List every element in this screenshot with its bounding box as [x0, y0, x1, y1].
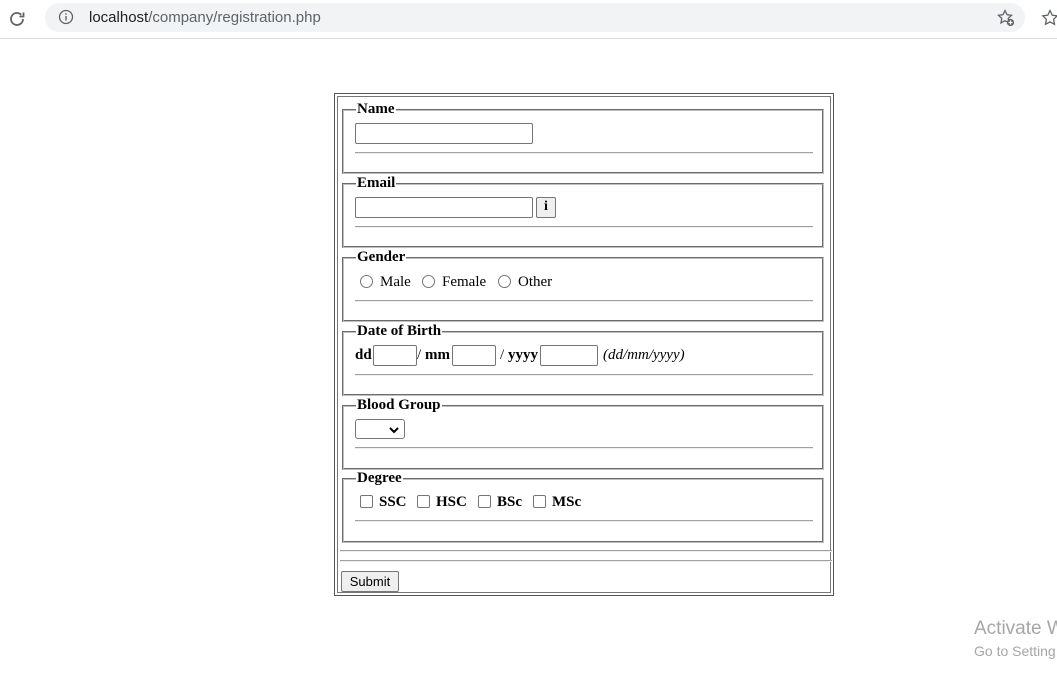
form-divider-2 — [340, 560, 832, 562]
dob-separator-2: / — [500, 347, 505, 363]
dob-day-input[interactable] — [373, 345, 417, 366]
gender-male-label: Male — [380, 274, 411, 290]
email-legend: Email — [357, 175, 396, 191]
reload-icon[interactable] — [6, 8, 28, 30]
degree-hsc-label: HSC — [436, 494, 467, 510]
degree-msc-label: MSc — [552, 494, 582, 510]
dob-dd-label: dd — [355, 347, 372, 363]
url-path: /company/registration.php — [148, 9, 321, 26]
blood-group-legend: Blood Group — [357, 397, 441, 413]
degree-bsc-checkbox[interactable] — [478, 495, 491, 508]
submit-button[interactable]: Submit — [341, 571, 399, 592]
dob-mm-label: mm — [425, 347, 450, 363]
name-input[interactable] — [355, 123, 533, 144]
dob-year-input[interactable] — [540, 345, 598, 366]
degree-hsc-checkbox[interactable] — [417, 495, 430, 508]
dob-format-hint: (dd/mm/yyyy) — [603, 347, 685, 363]
activation-watermark: Activate W Go to Setting — [974, 618, 1057, 659]
bookmark-add-icon[interactable] — [996, 8, 1016, 28]
info-icon[interactable] — [58, 9, 74, 25]
blood-group-select[interactable] — [355, 419, 405, 439]
degree-fieldset: Degree — [342, 471, 824, 543]
degree-msc-checkbox[interactable] — [533, 495, 546, 508]
gender-divider — [355, 300, 813, 302]
name-legend: Name — [357, 101, 395, 117]
degree-ssc-checkbox[interactable] — [360, 495, 373, 508]
blood-group-fieldset: Blood Group — [342, 398, 824, 470]
address-bar[interactable]: localhost/company/registration.php — [45, 3, 1025, 32]
dob-separator-1: / — [417, 347, 422, 363]
gender-legend: Gender — [357, 249, 406, 265]
degree-ssc-label: SSC — [379, 494, 407, 510]
form-cell: Name Email i Gender Male Female Other Da… — [337, 96, 832, 593]
watermark-line-2: Go to Setting — [974, 643, 1056, 659]
degree-legend: Degree — [357, 470, 402, 486]
dob-legend: Date of Birth — [357, 323, 442, 339]
name-divider — [355, 152, 813, 154]
gender-fieldset: Gender — [342, 250, 824, 322]
dob-yyyy-label: yyyy — [508, 347, 538, 363]
degree-bsc-label: BSc — [497, 494, 523, 510]
gender-male-radio[interactable] — [360, 275, 373, 288]
browser-toolbar: localhost/company/registration.php — [0, 0, 1057, 39]
url-text[interactable]: localhost/company/registration.php — [89, 9, 321, 26]
chevron-down-icon — [388, 423, 400, 435]
dob-divider — [355, 374, 813, 376]
gender-other-radio[interactable] — [498, 275, 511, 288]
gender-female-radio[interactable] — [422, 275, 435, 288]
email-input[interactable] — [355, 197, 533, 218]
email-info-button[interactable]: i — [536, 197, 556, 218]
star-icon[interactable] — [1040, 8, 1057, 28]
email-divider — [355, 226, 813, 228]
gender-other-label: Other — [518, 274, 553, 290]
watermark-line-1: Activate W — [974, 618, 1057, 639]
dob-month-input[interactable] — [452, 345, 496, 366]
registration-form: Name Email i Gender Male Female Other Da… — [334, 93, 834, 596]
blood-group-divider — [355, 447, 813, 449]
form-divider-1 — [340, 550, 832, 552]
url-host: localhost — [89, 9, 149, 26]
degree-divider — [355, 520, 813, 522]
gender-female-label: Female — [442, 274, 487, 290]
